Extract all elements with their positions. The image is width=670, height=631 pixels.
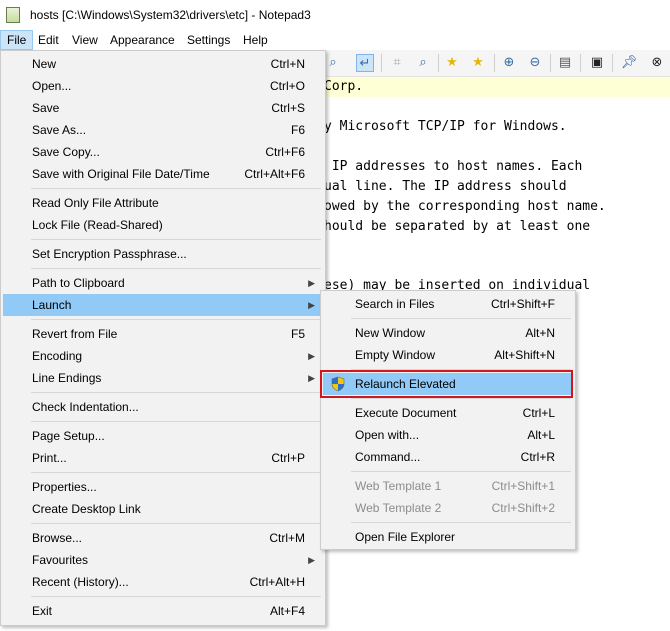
menu-separator — [31, 472, 321, 473]
pin-icon[interactable]: 📌︎ — [620, 54, 638, 72]
menu-item-new-window[interactable]: New Window Alt+N — [323, 322, 573, 344]
menu-item-save-copy[interactable]: Save Copy... Ctrl+F6 — [3, 141, 323, 163]
menu-item-save-as[interactable]: Save As... F6 — [3, 119, 323, 141]
zoom-search-icon[interactable]: ⌕ — [414, 54, 432, 72]
close-icon[interactable]: ⊗ — [648, 54, 666, 72]
menu-item-open-with[interactable]: Open with... Alt+L — [323, 424, 573, 446]
menu-item-open[interactable]: Open... Ctrl+O — [3, 75, 323, 97]
menu-item-read-only[interactable]: Read Only File Attribute — [3, 192, 323, 214]
toolbar-separator — [494, 54, 495, 72]
menu-separator — [351, 471, 571, 472]
toolbar-separator — [438, 54, 439, 72]
menu-item-execute-document[interactable]: Execute Document Ctrl+L — [323, 402, 573, 424]
menu-separator — [31, 392, 321, 393]
menu-help[interactable]: Help — [237, 30, 274, 50]
menu-settings[interactable]: Settings — [181, 30, 236, 50]
menu-item-browse[interactable]: Browse... Ctrl+M — [3, 527, 323, 549]
menu-item-desktop-link[interactable]: Create Desktop Link — [3, 498, 323, 520]
toolbar-separator — [612, 54, 613, 72]
word-wrap-icon[interactable]: ↵ — [356, 54, 374, 72]
chevron-right-icon: ▶ — [308, 555, 315, 565]
menu-view[interactable]: View — [66, 30, 104, 50]
menu-item-path-to-clipboard[interactable]: Path to Clipboard ▶ — [3, 272, 323, 294]
menu-item-save-original-date[interactable]: Save with Original File Date/Time Ctrl+Al… — [3, 163, 323, 185]
menu-item-command[interactable]: Command... Ctrl+R — [323, 446, 573, 468]
menu-item-encryption[interactable]: Set Encryption Passphrase... — [3, 243, 323, 265]
menu-separator — [31, 268, 321, 269]
menu-item-lock-file[interactable]: Lock File (Read-Shared) — [3, 214, 323, 236]
menu-item-open-file-explorer[interactable]: Open File Explorer — [323, 526, 573, 548]
menu-item-revert[interactable]: Revert from File F5 — [3, 323, 323, 345]
menu-item-favourites[interactable]: Favourites ▶ — [3, 549, 323, 571]
menu-separator — [31, 319, 321, 320]
terminal-icon[interactable]: ▣ — [588, 54, 606, 72]
scheme-icon[interactable]: ▤ — [556, 54, 574, 72]
menu-file[interactable]: File — [0, 30, 34, 50]
menu-item-empty-window[interactable]: Empty Window Alt+Shift+N — [323, 344, 573, 366]
menu-item-recent[interactable]: Recent (History)... Ctrl+Alt+H — [3, 571, 323, 593]
menu-item-print[interactable]: Print... Ctrl+P — [3, 447, 323, 469]
menu-separator — [351, 398, 571, 399]
menu-item-launch[interactable]: Launch ▶ — [3, 294, 323, 316]
menu-item-exit[interactable]: Exit Alt+F4 — [3, 600, 323, 622]
menu-item-encoding[interactable]: Encoding ▶ — [3, 345, 323, 367]
menu-item-search-in-files[interactable]: Search in Files Ctrl+Shift+F — [323, 293, 573, 315]
toolbar-separator — [381, 54, 382, 72]
menu-bar: File Edit View Appearance Settings Help — [0, 30, 670, 50]
menu-separator — [31, 188, 321, 189]
notepad-app-icon — [6, 7, 20, 23]
menu-item-page-setup[interactable]: Page Setup... — [3, 425, 323, 447]
menu-item-check-indentation[interactable]: Check Indentation... — [3, 396, 323, 418]
goto-icon[interactable]: ⌗ — [388, 54, 406, 72]
zoom-in-icon[interactable]: ⊕ — [500, 54, 518, 72]
chevron-right-icon: ▶ — [308, 278, 315, 288]
menu-separator — [31, 421, 321, 422]
chevron-right-icon: ▶ — [308, 351, 315, 361]
window-title: hosts [C:\Windows\System32\drivers\etc] … — [30, 8, 311, 22]
zoom-out-icon[interactable]: ⊖ — [526, 54, 544, 72]
highlight-annotation-box — [320, 370, 573, 398]
menu-separator — [351, 522, 571, 523]
menu-item-new[interactable]: New Ctrl+N — [3, 53, 323, 75]
toolbar-separator — [550, 54, 551, 72]
chevron-right-icon: ▶ — [308, 300, 315, 310]
menu-separator — [31, 523, 321, 524]
launch-submenu: Search in Files Ctrl+Shift+F New Window Al… — [320, 290, 576, 550]
chevron-right-icon: ▶ — [308, 373, 315, 383]
favorites-star-icon[interactable]: ★ — [443, 54, 461, 72]
toolbar-separator — [580, 54, 581, 72]
menu-item-line-endings[interactable]: Line Endings ▶ — [3, 367, 323, 389]
find-icon[interactable]: ⌕ — [324, 54, 342, 72]
menu-separator — [31, 239, 321, 240]
menu-item-web-template-1[interactable]: Web Template 1 Ctrl+Shift+1 — [323, 475, 573, 497]
menu-item-save[interactable]: Save Ctrl+S — [3, 97, 323, 119]
file-menu: New Ctrl+N Open... Ctrl+O Save Ctrl+S Save … — [0, 50, 326, 626]
add-favorite-star-icon[interactable]: ★ — [469, 54, 487, 72]
menu-appearance[interactable]: Appearance — [104, 30, 181, 50]
title-bar: hosts [C:\Windows\System32\drivers\etc] … — [0, 0, 670, 30]
menu-edit[interactable]: Edit — [32, 30, 65, 50]
menu-separator — [351, 318, 571, 319]
menu-item-web-template-2[interactable]: Web Template 2 Ctrl+Shift+2 — [323, 497, 573, 519]
menu-separator — [31, 596, 321, 597]
menu-item-properties[interactable]: Properties... — [3, 476, 323, 498]
